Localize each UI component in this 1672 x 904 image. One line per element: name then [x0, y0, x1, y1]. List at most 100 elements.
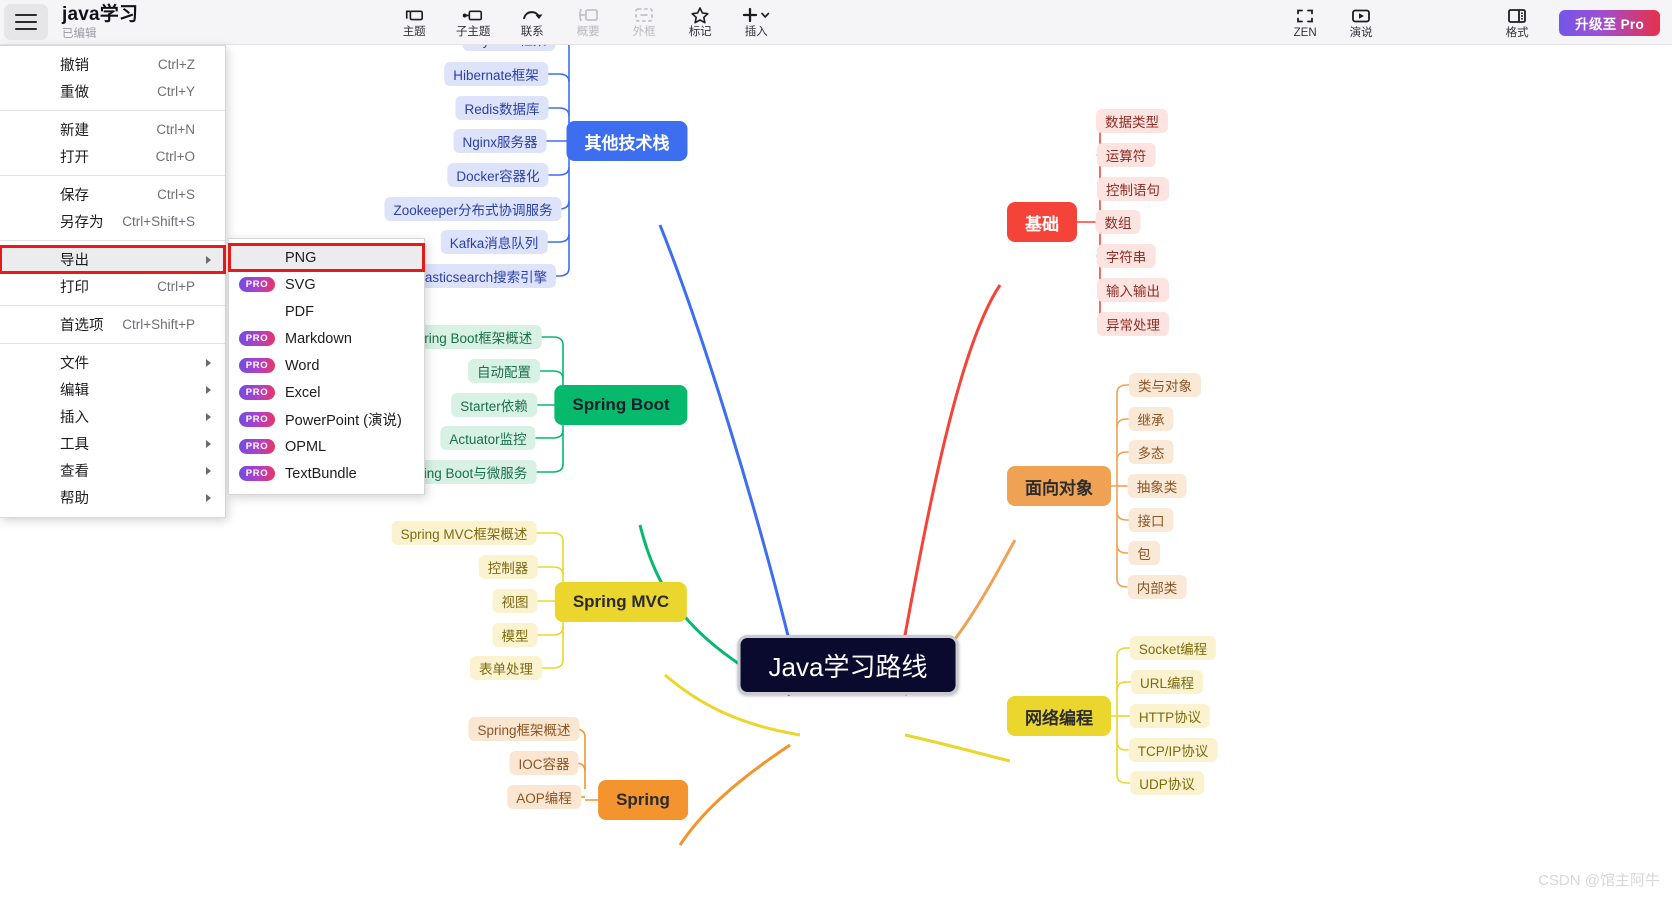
export-option-markdown[interactable]: PRO Markdown [229, 325, 424, 352]
mindmap-leaf-node[interactable]: Docker容器化 [447, 163, 549, 187]
mindmap-leaf-node[interactable]: 类与对象 [1129, 373, 1201, 397]
menu-item-新建[interactable]: 新建 Ctrl+N [0, 116, 225, 143]
menu-item-label: 首选项 [60, 318, 104, 334]
node-label: Spring [616, 790, 670, 809]
node-label: Hibernate框架 [453, 68, 539, 83]
menu-item-打印[interactable]: 打印 Ctrl+P [0, 273, 225, 300]
mindmap-leaf-node[interactable]: 输入输出 [1097, 278, 1169, 302]
mindmap-branch-node[interactable]: Spring MVC [554, 582, 688, 622]
mindmap-branch-node[interactable]: 其他技术栈 [566, 121, 688, 161]
mindmap-leaf-node[interactable]: Zookeeper分布式协调服务 [384, 197, 562, 221]
mindmap-leaf-node[interactable]: 包 [1128, 541, 1160, 565]
toolbar-button-subtopic[interactable]: 子主题 [442, 0, 504, 45]
mindmap-leaf-node[interactable]: Spring框架概述 [468, 717, 580, 741]
toolbar-button-marker-star[interactable]: 标记 [672, 0, 728, 45]
export-option-textbundle[interactable]: PRO TextBundle [229, 460, 424, 487]
export-option-label: Excel [285, 384, 321, 401]
hamburger-menu-icon[interactable] [4, 4, 48, 40]
mindmap-leaf-node[interactable]: UDP协议 [1130, 771, 1204, 795]
menu-item-另存为[interactable]: 另存为 Ctrl+Shift+S [0, 208, 225, 235]
upgrade-to-pro-button[interactable]: 升级至 Pro [1559, 9, 1660, 36]
mindmap-leaf-node[interactable]: 数组 [1095, 210, 1141, 234]
mindmap-leaf-node[interactable]: 控制语句 [1097, 177, 1169, 201]
mindmap-leaf-node[interactable]: 自动配置 [468, 359, 540, 383]
mindmap-leaf-node[interactable]: TCP/IP协议 [1128, 738, 1218, 762]
menu-separator [0, 175, 225, 176]
mindmap-leaf-node[interactable]: 字符串 [1096, 244, 1156, 268]
menu-item-label: 打开 [60, 150, 89, 166]
menu-item-插入[interactable]: 插入 [0, 403, 225, 430]
mindmap-leaf-node[interactable]: Socket编程 [1129, 636, 1217, 660]
toolbar-button-label: ZEN [1293, 26, 1317, 39]
menu-item-文件[interactable]: 文件 [0, 349, 225, 376]
export-option-powerpoint[interactable]: PRO PowerPoint (演说) [229, 406, 424, 433]
export-submenu[interactable]: PNG PRO SVG PDF PRO Markdown PRO Word PRO Excel PR… [228, 238, 425, 495]
menu-item-首选项[interactable]: 首选项 Ctrl+Shift+P [0, 311, 225, 338]
node-label: 视图 [501, 595, 529, 610]
menu-item-查看[interactable]: 查看 [0, 457, 225, 484]
mindmap-leaf-node[interactable]: IOC容器 [509, 751, 579, 775]
mindmap-leaf-node[interactable]: Actuator监控 [440, 426, 536, 450]
toolbar-button-relation[interactable]: 联系 [504, 0, 560, 45]
summary-icon [577, 5, 599, 25]
mindmap-leaf-node[interactable]: 多态 [1128, 440, 1174, 464]
mindmap-branch-node[interactable]: Spring [598, 780, 688, 820]
mindmap-leaf-node[interactable]: Spring MVC框架概述 [391, 521, 537, 545]
top-toolbar: java学习 已编辑 主题 子主题 联系 概要 外框 标记 插入 ZEN 演说 格式 升级至 Pr… [0, 0, 1672, 45]
node-label: HTTP协议 [1138, 710, 1202, 725]
mindmap-leaf-node[interactable]: Nginx服务器 [453, 129, 547, 153]
mindmap-leaf-node[interactable]: 继承 [1128, 407, 1174, 431]
mindmap-root-node[interactable]: Java学习路线 [737, 635, 959, 695]
toolbar-button-boundary: 外框 [616, 0, 672, 45]
export-option-excel[interactable]: PRO Excel [229, 379, 424, 406]
mindmap-leaf-node[interactable]: AOP编程 [507, 785, 581, 809]
mindmap-leaf-node[interactable]: 内部类 [1127, 575, 1187, 599]
node-label: Starter依赖 [460, 399, 528, 414]
mindmap-branch-node[interactable]: 基础 [1007, 202, 1077, 242]
mindmap-branch-node[interactable]: 面向对象 [1007, 466, 1111, 506]
export-option-opml[interactable]: PRO OPML [229, 433, 424, 460]
menu-item-保存[interactable]: 保存 Ctrl+S [0, 181, 225, 208]
mindmap-leaf-node[interactable]: 抽象类 [1127, 474, 1187, 498]
export-option-png[interactable]: PNG [228, 243, 425, 272]
menu-item-撤销[interactable]: 撤销 Ctrl+Z [0, 51, 225, 78]
node-label: URL编程 [1139, 676, 1195, 691]
export-option-pdf[interactable]: PDF [229, 298, 424, 325]
toolbar-button-insert-plus[interactable]: 插入 [728, 0, 784, 45]
mindmap-leaf-node[interactable]: Elasticsearch搜索引擎 [403, 264, 557, 288]
toolbar-button-presentation[interactable]: 演说 [1333, 0, 1389, 45]
toolbar-button-topic[interactable]: 主题 [386, 0, 442, 45]
mindmap-branch-node[interactable]: 网络编程 [1007, 696, 1111, 736]
mindmap-leaf-node[interactable]: HTTP协议 [1129, 704, 1211, 728]
toolbar-button-format-panel[interactable]: 格式 [1489, 0, 1545, 45]
menu-item-工具[interactable]: 工具 [0, 430, 225, 457]
menu-item-打开[interactable]: 打开 Ctrl+O [0, 143, 225, 170]
toolbar-button-summary: 概要 [560, 0, 616, 45]
menu-item-导出[interactable]: 导出 [0, 245, 226, 274]
mindmap-leaf-node[interactable]: MyBatis框架 [462, 45, 556, 51]
menu-item-编辑[interactable]: 编辑 [0, 376, 225, 403]
mindmap-leaf-node[interactable]: 接口 [1128, 508, 1174, 532]
main-menu[interactable]: 撤销 Ctrl+Z 重做 Ctrl+Y 新建 Ctrl+N 打开 Ctrl+O 保存 Ctrl+S… [0, 45, 226, 518]
mindmap-leaf-node[interactable]: Starter依赖 [451, 393, 537, 417]
mindmap-branch-node[interactable]: Spring Boot [554, 385, 688, 425]
mindmap-leaf-node[interactable]: 模型 [492, 623, 538, 647]
menu-item-帮助[interactable]: 帮助 [0, 484, 225, 511]
mindmap-leaf-node[interactable]: Redis数据库 [455, 96, 549, 120]
mindmap-leaf-node[interactable]: 异常处理 [1097, 312, 1169, 336]
export-option-svg[interactable]: PRO SVG [229, 271, 424, 298]
mindmap-leaf-node[interactable]: 控制器 [478, 555, 538, 579]
mindmap-leaf-node[interactable]: Hibernate框架 [444, 62, 548, 86]
menu-item-重做[interactable]: 重做 Ctrl+Y [0, 78, 225, 105]
mindmap-leaf-node[interactable]: 视图 [492, 589, 538, 613]
mindmap-leaf-node[interactable]: 数据类型 [1096, 109, 1168, 133]
mindmap-leaf-node[interactable]: 表单处理 [470, 656, 542, 680]
mindmap-leaf-node[interactable]: 运算符 [1096, 143, 1156, 167]
mindmap-leaf-node[interactable]: URL编程 [1130, 670, 1204, 694]
node-label: Spring Boot [572, 395, 670, 414]
node-label: 网络编程 [1025, 708, 1093, 728]
presentation-icon [1350, 6, 1372, 26]
mindmap-leaf-node[interactable]: Kafka消息队列 [440, 230, 548, 254]
export-option-word[interactable]: PRO Word [229, 352, 424, 379]
toolbar-button-zen-mode[interactable]: ZEN [1277, 0, 1333, 45]
